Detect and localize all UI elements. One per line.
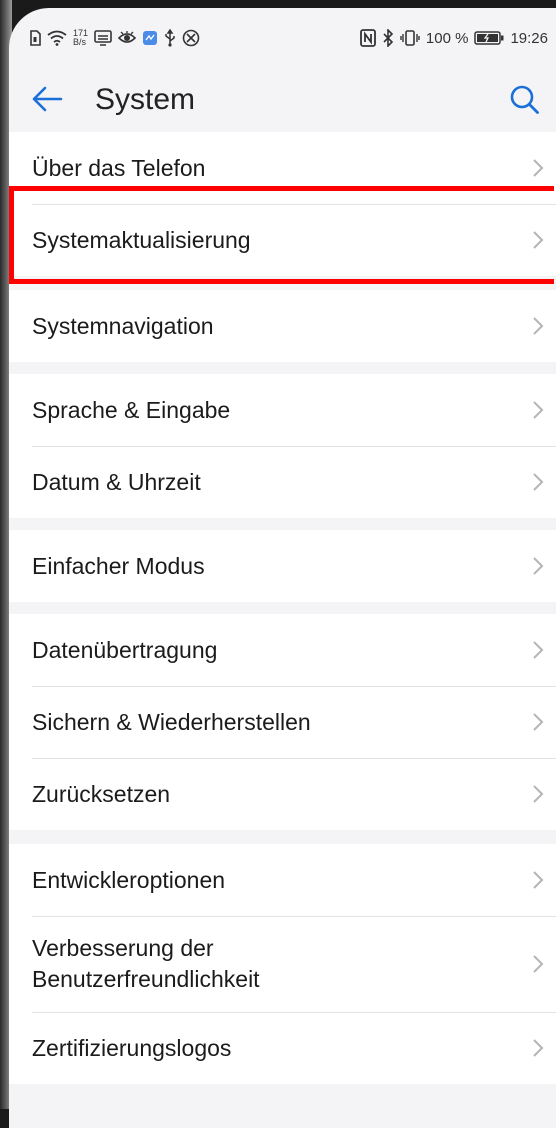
status-bar-left: 171 B/s — [29, 29, 200, 47]
usb-icon — [164, 29, 176, 47]
cast-icon — [94, 30, 112, 46]
settings-item-label: Systemnavigation — [32, 312, 214, 339]
settings-item-label: Einfacher Modus — [32, 552, 205, 579]
settings-item-label: Sprache & Eingabe — [32, 396, 231, 423]
settings-group: Einfacher Modus — [9, 530, 556, 602]
app-icon — [142, 30, 158, 46]
status-bar: 171 B/s 100 % 19:26 — [9, 8, 556, 68]
phone-screen: 171 B/s 100 % 19:26 System Über das Tele… — [9, 8, 556, 1128]
settings-item-system-navigation[interactable]: Systemnavigation — [9, 290, 556, 362]
settings-item-label: Systemaktualisierung — [32, 226, 251, 253]
chevron-right-icon — [533, 641, 544, 659]
blocked-icon — [182, 29, 200, 47]
search-icon — [509, 85, 541, 120]
battery-percent: 100 % — [425, 29, 469, 47]
chevron-right-icon — [533, 231, 544, 249]
clock: 19:26 — [510, 29, 548, 47]
chevron-right-icon — [533, 871, 544, 889]
chevron-right-icon — [533, 713, 544, 731]
settings-item-developer-options[interactable]: Entwickleroptionen — [9, 844, 556, 916]
settings-item-simple-mode[interactable]: Einfacher Modus — [9, 530, 556, 602]
chevron-right-icon — [533, 159, 544, 177]
settings-item-label: Zertifizierungslogos — [32, 1034, 232, 1061]
app-header: System — [9, 70, 556, 130]
search-button[interactable] — [509, 84, 541, 116]
chevron-right-icon — [533, 317, 544, 335]
settings-item-certification-logos[interactable]: Zertifizierungslogos — [9, 1012, 556, 1084]
chevron-right-icon — [533, 785, 544, 803]
network-speed: 171 B/s — [73, 29, 88, 47]
settings-item-backup-restore[interactable]: Sichern & Wiederherstellen — [9, 686, 556, 758]
settings-group: Über das Telefon Systemaktualisierung — [9, 132, 556, 276]
settings-item-date-time[interactable]: Datum & Uhrzeit — [9, 446, 556, 518]
chevron-right-icon — [533, 401, 544, 419]
battery-icon — [474, 31, 504, 45]
bluetooth-icon — [382, 29, 394, 47]
settings-group: Entwickleroptionen Verbesserung der Benu… — [9, 844, 556, 1084]
vibrate-icon — [400, 30, 420, 46]
settings-item-label: Datum & Uhrzeit — [32, 468, 201, 495]
chevron-right-icon — [533, 1039, 544, 1057]
settings-item-label: Datenübertragung — [32, 636, 218, 663]
settings-item-system-update[interactable]: Systemaktualisierung — [9, 204, 556, 276]
wifi-icon — [47, 30, 67, 46]
settings-group: Sprache & Eingabe Datum & Uhrzeit — [9, 374, 556, 518]
settings-group: Systemnavigation — [9, 290, 556, 362]
settings-item-reset[interactable]: Zurücksetzen — [9, 758, 556, 830]
settings-item-label: Verbesserung der Benutzerfreundlichkeit — [32, 935, 260, 992]
back-button[interactable] — [31, 86, 65, 116]
settings-item-data-transfer[interactable]: Datenübertragung — [9, 614, 556, 686]
settings-item-label: Über das Telefon — [32, 154, 206, 181]
sim-icon — [29, 30, 41, 46]
settings-item-user-experience[interactable]: Verbesserung der Benutzerfreundlichkeit — [9, 916, 556, 1012]
settings-item-label: Entwickleroptionen — [32, 866, 226, 893]
page-title: System — [95, 83, 196, 116]
nfc-icon — [360, 29, 376, 47]
settings-group: Datenübertragung Sichern & Wiederherstel… — [9, 614, 556, 830]
chevron-right-icon — [533, 557, 544, 575]
settings-item-label: Zurücksetzen — [32, 780, 171, 807]
settings-item-label: Sichern & Wiederherstellen — [32, 708, 311, 735]
arrow-left-icon — [31, 86, 63, 117]
settings-item-language-input[interactable]: Sprache & Eingabe — [9, 374, 556, 446]
eye-icon — [118, 31, 137, 45]
settings-item-about-phone[interactable]: Über das Telefon — [9, 132, 556, 204]
chevron-right-icon — [533, 955, 544, 973]
network-speed-unit: B/s — [73, 37, 87, 47]
chevron-right-icon — [533, 473, 544, 491]
status-bar-right: 100 % 19:26 — [360, 29, 548, 47]
